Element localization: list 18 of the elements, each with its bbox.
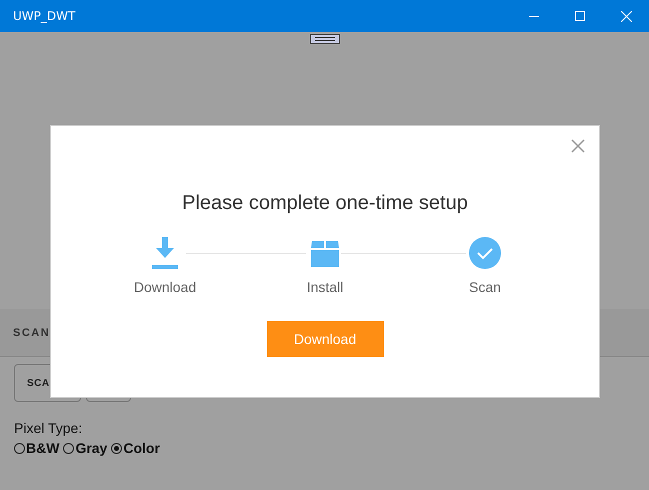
box-icon [311,239,339,267]
step-label: Install [306,279,344,295]
check-circle-icon [469,237,501,269]
pixel-type-radio[interactable]: Gray [63,440,108,456]
close-icon [571,139,585,153]
step-label: Download [134,279,196,295]
download-icon [152,237,178,269]
pixel-type-label: Pixel Type: [14,420,84,436]
step-label: Scan [469,279,501,295]
maximize-icon [575,11,585,21]
splitter-handle[interactable] [310,34,340,44]
scan-tab[interactable]: SCAN [13,326,50,338]
pixel-type-radio[interactable]: B&W [14,440,60,456]
pixel-type-radio[interactable]: Color [111,440,160,456]
window-title: UWP_DWT [12,9,76,23]
dialog-title: Please complete one-time setup [182,192,468,215]
close-icon [620,10,632,22]
close-button[interactable] [571,139,585,153]
